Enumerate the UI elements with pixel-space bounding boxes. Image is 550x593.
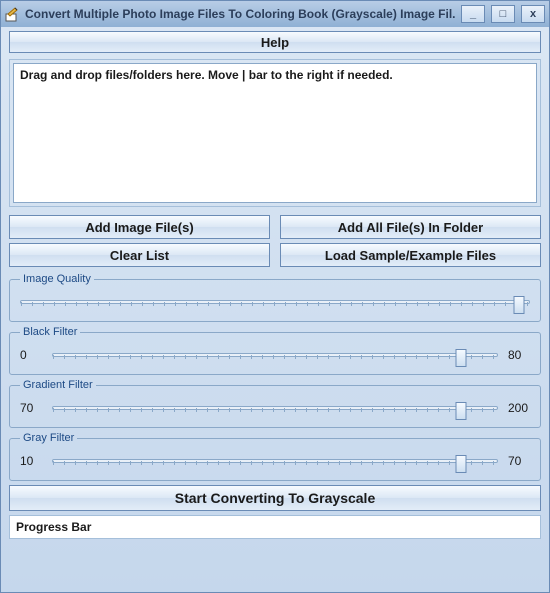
clear-list-button[interactable]: Clear List <box>9 243 270 267</box>
app-icon <box>5 6 21 22</box>
add-all-files-in-folder-button[interactable]: Add All File(s) In Folder <box>280 215 541 239</box>
gradient-filter-group: Gradient Filter 70 200 <box>9 379 541 428</box>
gradient-filter-row: 70 200 <box>20 397 530 419</box>
help-label: Help <box>261 35 289 50</box>
load-sample-files-button[interactable]: Load Sample/Example Files <box>280 243 541 267</box>
minimize-button[interactable]: _ <box>461 5 485 23</box>
gray-filter-group: Gray Filter 10 70 <box>9 432 541 481</box>
titlebar: Convert Multiple Photo Image Files To Co… <box>1 1 549 27</box>
black-filter-row: 0 80 <box>20 344 530 366</box>
gradient-filter-slider[interactable] <box>52 397 498 419</box>
close-button[interactable]: x <box>521 5 545 23</box>
image-quality-thumb[interactable] <box>513 296 524 314</box>
clear-list-label: Clear List <box>110 248 169 263</box>
action-buttons: Add Image File(s) Add All File(s) In Fol… <box>9 215 541 267</box>
progress-bar: Progress Bar <box>9 515 541 539</box>
gradient-filter-right-value: 200 <box>508 401 530 415</box>
start-converting-button[interactable]: Start Converting To Grayscale <box>9 485 541 511</box>
add-image-files-label: Add Image File(s) <box>85 220 193 235</box>
black-filter-group: Black Filter 0 80 <box>9 326 541 375</box>
drop-hint: Drag and drop files/folders here. Move |… <box>20 68 393 82</box>
start-panel: Start Converting To Grayscale <box>9 485 541 511</box>
start-converting-label: Start Converting To Grayscale <box>175 490 375 506</box>
gray-filter-left-value: 10 <box>20 454 42 468</box>
load-sample-files-label: Load Sample/Example Files <box>325 248 496 263</box>
gray-filter-legend: Gray Filter <box>20 432 77 444</box>
image-quality-row <box>20 291 530 313</box>
image-quality-group: Image Quality <box>9 273 541 322</box>
maximize-button[interactable]: □ <box>491 5 515 23</box>
progress-label: Progress Bar <box>16 520 91 534</box>
window-title: Convert Multiple Photo Image Files To Co… <box>25 7 455 21</box>
file-drop-area[interactable]: Drag and drop files/folders here. Move |… <box>13 63 537 203</box>
add-all-files-in-folder-label: Add All File(s) In Folder <box>338 220 483 235</box>
gradient-filter-thumb[interactable] <box>456 402 467 420</box>
image-quality-slider[interactable] <box>20 291 530 313</box>
help-button[interactable]: Help <box>9 31 541 53</box>
app-window: Convert Multiple Photo Image Files To Co… <box>0 0 550 593</box>
gradient-filter-legend: Gradient Filter <box>20 379 96 391</box>
black-filter-thumb[interactable] <box>456 349 467 367</box>
black-filter-right-value: 80 <box>508 348 530 362</box>
drop-panel: Drag and drop files/folders here. Move |… <box>9 59 541 207</box>
gray-filter-row: 10 70 <box>20 450 530 472</box>
gray-filter-thumb[interactable] <box>456 455 467 473</box>
image-quality-legend: Image Quality <box>20 273 94 285</box>
client-area: Help Drag and drop files/folders here. M… <box>1 27 549 547</box>
black-filter-legend: Black Filter <box>20 326 80 338</box>
gray-filter-slider[interactable] <box>52 450 498 472</box>
gray-filter-right-value: 70 <box>508 454 530 468</box>
black-filter-left-value: 0 <box>20 348 42 362</box>
add-image-files-button[interactable]: Add Image File(s) <box>9 215 270 239</box>
black-filter-slider[interactable] <box>52 344 498 366</box>
gradient-filter-left-value: 70 <box>20 401 42 415</box>
